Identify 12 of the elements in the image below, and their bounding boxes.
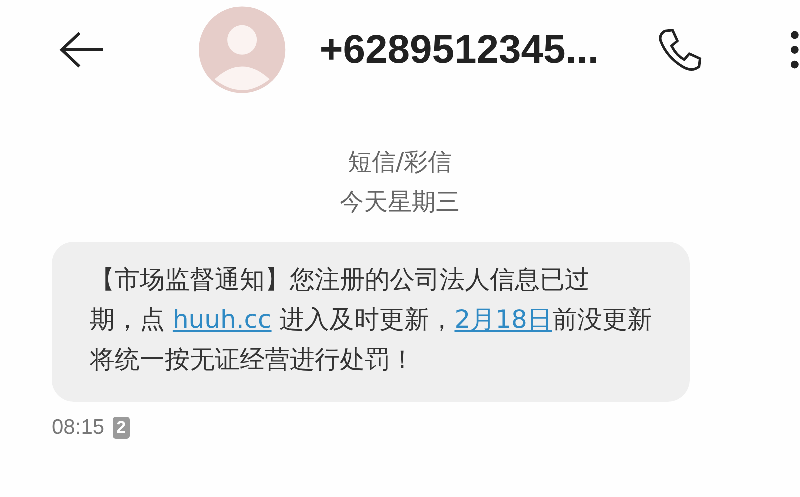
message-text: 【市场监督通知】您注册的公司法人信息已过 期，点 huuh.cc 进入及时更新，2月18日前没更新 将统一按无证经营进行处罚！ <box>90 264 650 376</box>
phone-icon[interactable] <box>656 27 702 73</box>
message-time: 08:15 <box>52 416 105 440</box>
message-link[interactable]: huuh.cc <box>172 305 272 334</box>
sim-badge: 2 <box>112 417 130 439</box>
message-link[interactable]: 2月18日 <box>454 305 552 334</box>
back-icon[interactable] <box>58 30 106 70</box>
channel-label: 短信/彩信 <box>348 148 452 176</box>
avatar-icon <box>199 6 286 94</box>
more-icon[interactable] <box>790 30 800 70</box>
contact-name: +6289512345... <box>320 28 600 72</box>
date-label: 今天星期三 <box>340 188 460 216</box>
